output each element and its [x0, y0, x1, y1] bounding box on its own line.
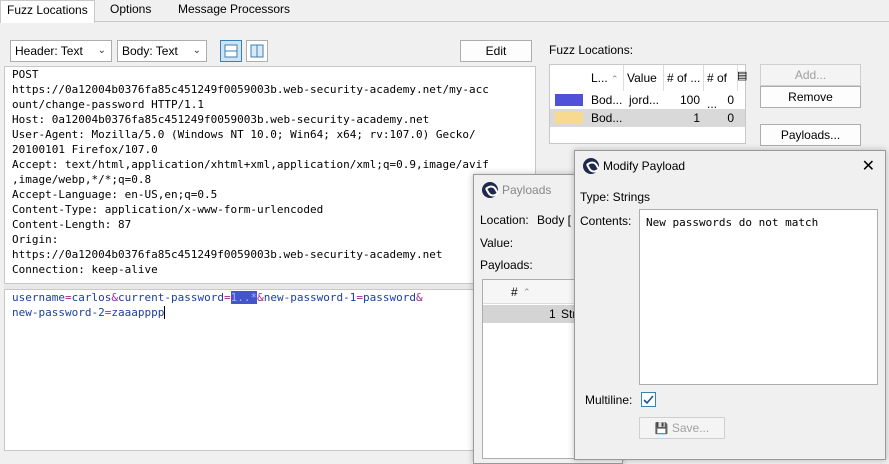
tab-bar: Fuzz Locations Options Message Processor…: [0, 0, 889, 23]
app-logo-icon: [482, 182, 498, 198]
header-line: Origin:: [12, 233, 59, 246]
tab-message-processors[interactable]: Message Processors: [172, 0, 296, 22]
header-line: ,image/webp,*/*;q=0.8: [12, 173, 152, 186]
fuzz-selected-value[interactable]: 1..*: [230, 291, 258, 304]
request-header-editor[interactable]: POST https://0a12004b0376fa85c451249f0059…: [4, 66, 536, 284]
tab-options[interactable]: Options: [104, 0, 157, 22]
payload-type-text: Type: Strings: [580, 190, 651, 204]
fuzz-locations-table[interactable]: L... ⌃ Value # of ... # of ... ▤ Bod... …: [549, 64, 747, 144]
column-header-value[interactable]: Value: [624, 65, 664, 91]
modify-payload-title: Modify Payload: [603, 159, 686, 173]
header-lines: POST https://0a12004b0376fa85c451249f0059…: [5, 67, 535, 277]
text-cursor: ​: [164, 306, 166, 319]
remove-location-button[interactable]: Remove: [760, 86, 861, 108]
edit-button[interactable]: Edit: [460, 40, 532, 62]
modify-payload-dialog: Modify Payload ✕ Type: Strings Contents:…: [574, 150, 886, 460]
request-body-editor[interactable]: username=carlos&current-password=1..*&ne…: [4, 289, 536, 451]
chevron-down-icon: ⌄: [192, 45, 201, 56]
split-horizontal-icon: [250, 44, 264, 58]
header-line: POST: [12, 68, 39, 81]
header-line: https://0a12004b0376fa85c451249f0059003b…: [12, 248, 443, 261]
body-value: zaaapppp: [111, 306, 165, 319]
body-key: new-password-2: [12, 306, 105, 319]
tab-fuzz-locations[interactable]: Fuzz Locations: [0, 0, 95, 23]
table-row[interactable]: Bod... jord... 100 0: [550, 91, 745, 109]
body-line-2: new-password-2=zaaapppp​: [12, 306, 166, 319]
multiline-label: Multiline:: [585, 393, 633, 407]
header-line: ount/change-password HTTP/1.1: [12, 98, 205, 111]
save-disk-icon: 💾: [654, 423, 669, 435]
chevron-down-icon: ⌄: [97, 45, 106, 56]
payloads-button[interactable]: Payloads...: [760, 124, 861, 146]
column-chooser-icon[interactable]: ▤: [737, 69, 747, 82]
fuzz-locations-label: Fuzz Locations:: [549, 43, 634, 57]
header-view-select[interactable]: Header: Text ⌄: [10, 40, 112, 62]
column-header-count-1[interactable]: # of ...: [664, 65, 704, 91]
contents-textarea[interactable]: New passwords do not match: [639, 209, 878, 385]
header-line: 20100101 Firefox/107.0: [12, 143, 158, 156]
header-line: Content-Type: application/x-www-form-url…: [12, 203, 324, 216]
location-label: Location:: [480, 213, 529, 227]
header-view-value: Header: Text: [15, 44, 83, 58]
header-line: https://0a12004b0376fa85c451249f0059003b…: [12, 83, 489, 96]
body-value: carlos: [71, 291, 112, 304]
body-view-select[interactable]: Body: Text ⌄: [117, 40, 207, 62]
column-header-hash[interactable]: #: [511, 280, 518, 304]
split-vertical-button[interactable]: [220, 40, 242, 62]
header-line: Host: 0a12004b0376fa85c451249f0059003b.w…: [12, 113, 430, 126]
body-key: username: [12, 291, 65, 304]
row-color-swatch: [555, 112, 583, 124]
add-location-button[interactable]: Add...: [760, 64, 861, 86]
column-header-count-2[interactable]: # of ...: [704, 65, 738, 111]
app-logo-icon: [583, 158, 599, 174]
header-line: Accept: text/html,application/xhtml+xml,…: [12, 158, 489, 171]
sort-asc-icon: ⌃: [523, 287, 531, 297]
table-row[interactable]: Bod... 1 0: [550, 109, 745, 127]
body-value: password: [363, 291, 417, 304]
body-line-1: username=carlos&current-password=1..*&ne…: [12, 291, 423, 304]
close-icon[interactable]: ✕: [862, 156, 875, 176]
column-header-location[interactable]: L... ⌃: [588, 65, 624, 91]
save-button[interactable]: 💾 Save...: [639, 417, 725, 439]
body-view-value: Body: Text: [122, 44, 178, 58]
location-value: Body [: [537, 213, 572, 227]
multiline-checkbox[interactable]: [641, 392, 656, 407]
contents-label: Contents:: [580, 214, 632, 228]
row-color-swatch: [555, 94, 583, 106]
header-line: Accept-Language: en-US,en;q=0.5: [12, 188, 218, 201]
body-key: current-password: [117, 291, 224, 304]
value-label: Value:: [480, 236, 514, 250]
split-horizontal-button[interactable]: [246, 40, 268, 62]
split-vertical-icon: [224, 44, 238, 58]
payloads-label: Payloads:: [480, 258, 533, 272]
body-key: new-password-1: [263, 291, 357, 304]
checkmark-icon: [643, 395, 654, 405]
header-line: User-Agent: Mozilla/5.0 (Windows NT 10.0…: [12, 128, 476, 141]
header-line: Connection: keep-alive: [12, 263, 158, 276]
header-line: Content-Length: 87: [12, 218, 132, 231]
